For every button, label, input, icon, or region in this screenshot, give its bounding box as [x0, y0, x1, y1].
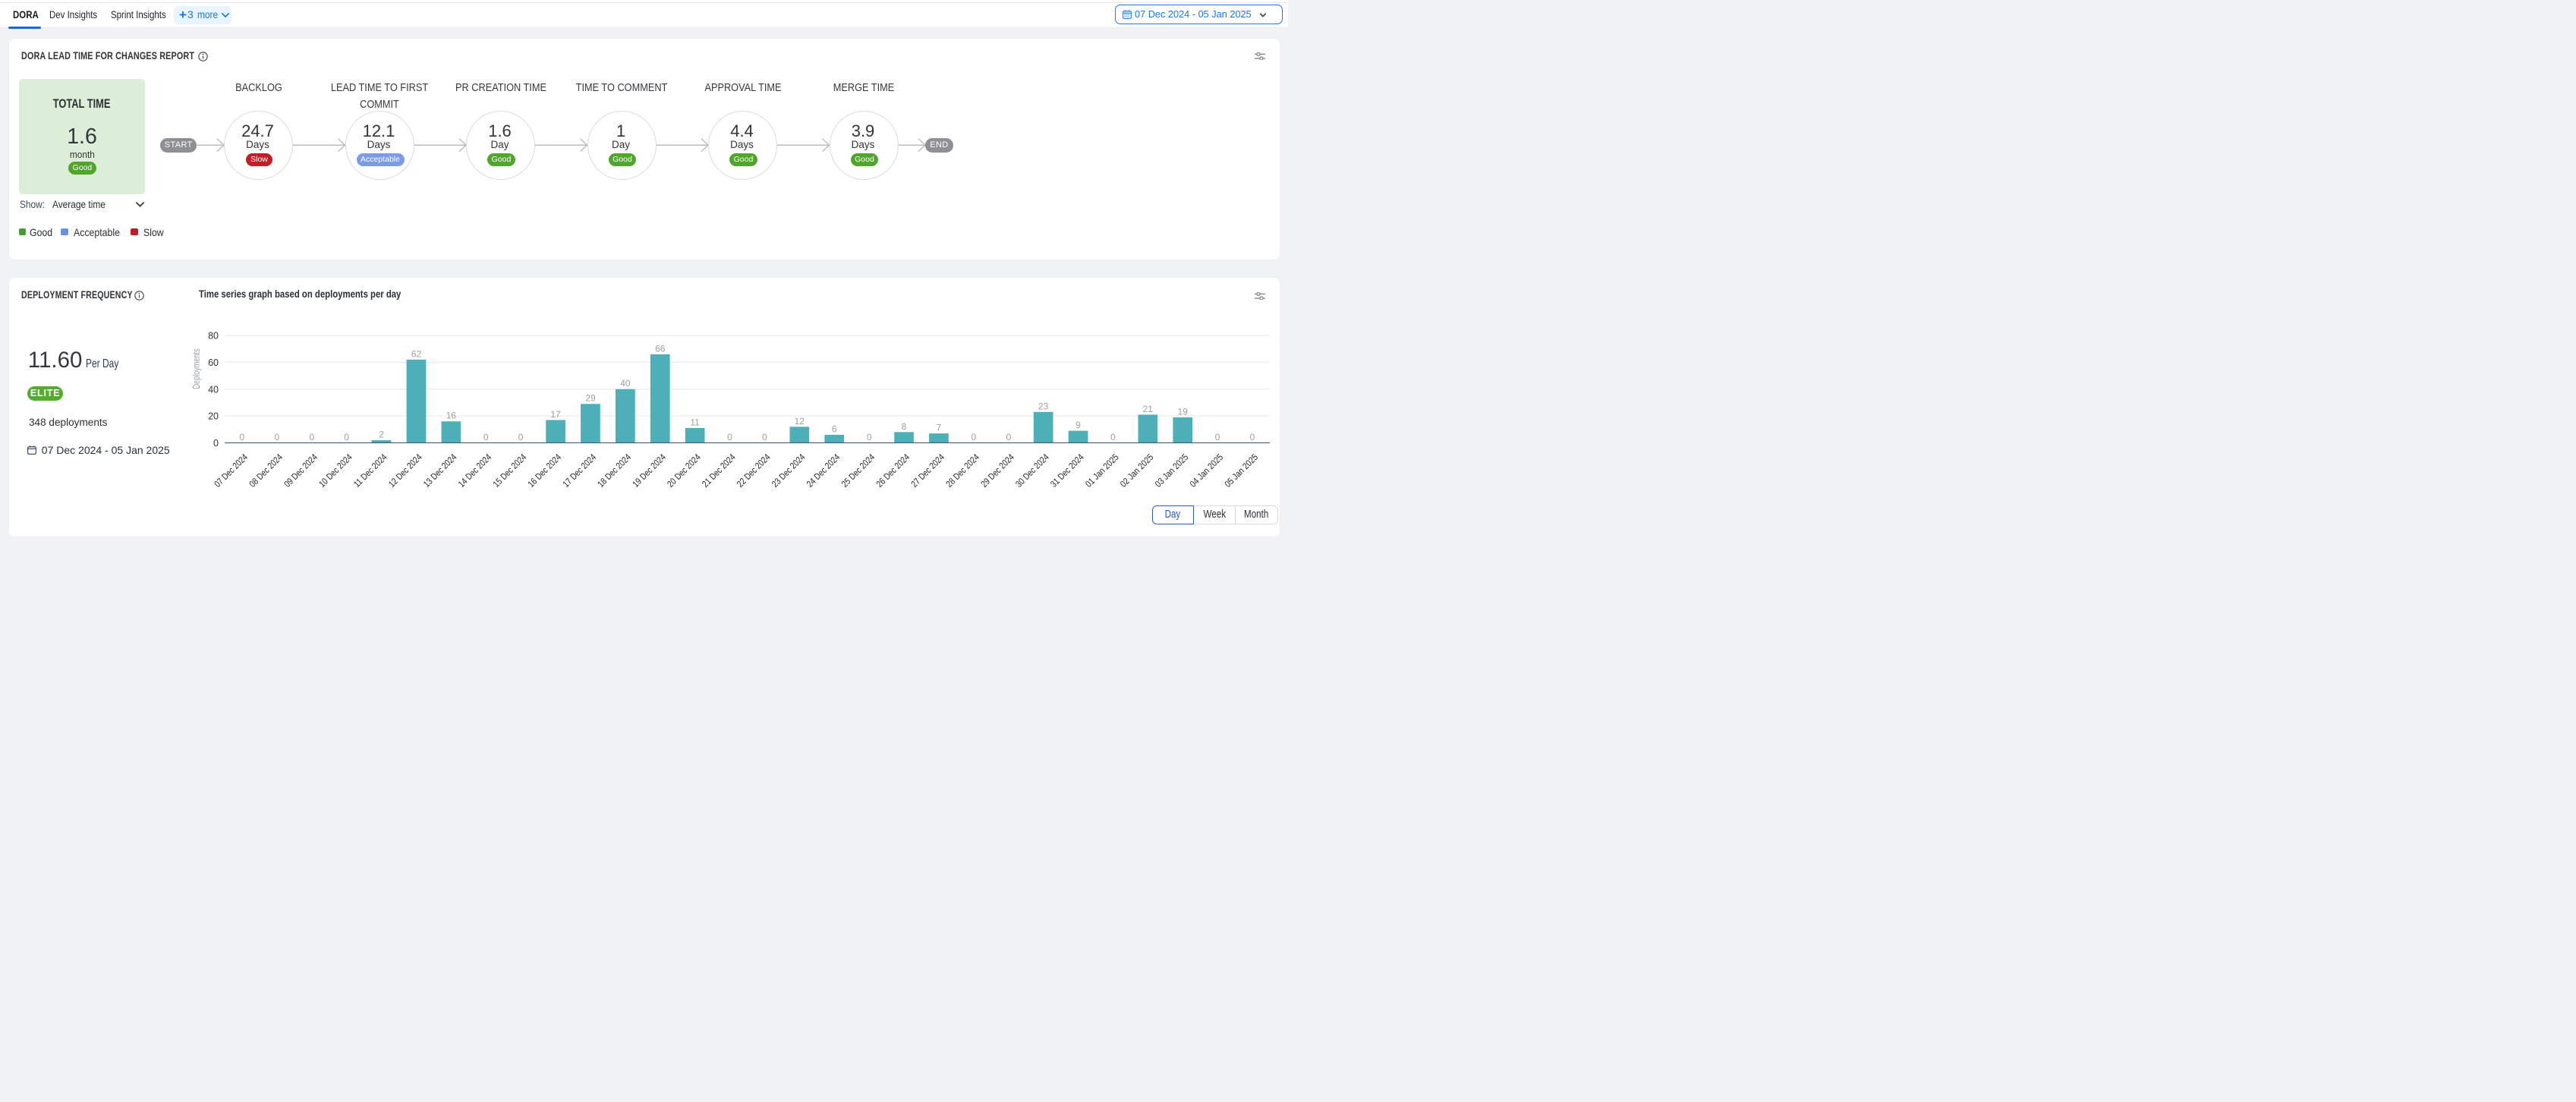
svg-text:04 Jan 2025: 04 Jan 2025: [1188, 452, 1226, 490]
svg-text:21 Dec 2024: 21 Dec 2024: [700, 452, 738, 490]
svg-text:26 Dec 2024: 26 Dec 2024: [874, 452, 912, 490]
svg-text:21: 21: [1143, 404, 1154, 414]
svg-text:03 Jan 2025: 03 Jan 2025: [1153, 452, 1191, 490]
svg-text:2: 2: [379, 430, 384, 440]
svg-text:25 Dec 2024: 25 Dec 2024: [839, 452, 877, 490]
svg-text:7: 7: [937, 423, 942, 433]
svg-text:01 Jan 2025: 01 Jan 2025: [1083, 452, 1121, 490]
svg-text:08 Dec 2024: 08 Dec 2024: [247, 452, 285, 490]
svg-text:11 Dec 2024: 11 Dec 2024: [351, 452, 389, 490]
svg-text:12: 12: [795, 416, 805, 427]
svg-text:0: 0: [240, 432, 245, 442]
svg-text:0: 0: [1110, 432, 1116, 442]
svg-text:29 Dec 2024: 29 Dec 2024: [978, 452, 1016, 490]
svg-text:0: 0: [213, 438, 219, 449]
svg-text:18 Dec 2024: 18 Dec 2024: [596, 452, 634, 490]
svg-text:15 Dec 2024: 15 Dec 2024: [491, 452, 529, 490]
svg-text:29: 29: [585, 393, 596, 404]
svg-text:13 Dec 2024: 13 Dec 2024: [421, 452, 459, 490]
svg-text:20: 20: [208, 411, 219, 422]
svg-text:19: 19: [1178, 406, 1189, 417]
svg-text:02 Jan 2025: 02 Jan 2025: [1118, 452, 1156, 490]
svg-text:23: 23: [1038, 401, 1049, 411]
svg-text:27 Dec 2024: 27 Dec 2024: [909, 452, 947, 490]
svg-text:0: 0: [1215, 432, 1220, 442]
svg-text:16: 16: [446, 411, 457, 421]
svg-text:0: 0: [1006, 432, 1011, 442]
svg-text:66: 66: [655, 343, 666, 354]
svg-text:80: 80: [208, 331, 219, 342]
svg-text:9: 9: [1075, 420, 1081, 430]
svg-text:17 Dec 2024: 17 Dec 2024: [561, 452, 599, 490]
svg-text:0: 0: [1250, 432, 1255, 442]
svg-text:6: 6: [832, 423, 837, 434]
svg-text:8: 8: [902, 421, 907, 432]
svg-text:0: 0: [483, 432, 489, 442]
svg-text:0: 0: [867, 432, 872, 442]
svg-text:0: 0: [727, 432, 732, 442]
svg-text:Deployments: Deployments: [191, 349, 202, 389]
svg-text:60: 60: [208, 357, 219, 368]
svg-text:0: 0: [762, 432, 767, 442]
svg-text:07 Dec 2024: 07 Dec 2024: [213, 452, 250, 490]
svg-text:0: 0: [309, 432, 314, 442]
svg-text:05 Jan 2025: 05 Jan 2025: [1223, 452, 1261, 490]
svg-text:10 Dec 2024: 10 Dec 2024: [316, 452, 354, 490]
svg-text:30 Dec 2024: 30 Dec 2024: [1013, 452, 1051, 490]
svg-text:14 Dec 2024: 14 Dec 2024: [456, 452, 494, 490]
svg-text:31 Dec 2024: 31 Dec 2024: [1048, 452, 1086, 490]
svg-text:19 Dec 2024: 19 Dec 2024: [630, 452, 668, 490]
svg-text:28 Dec 2024: 28 Dec 2024: [943, 452, 981, 490]
svg-text:0: 0: [971, 432, 976, 442]
svg-text:62: 62: [411, 348, 422, 359]
svg-text:0: 0: [275, 432, 280, 442]
svg-text:17: 17: [550, 409, 561, 420]
svg-text:0: 0: [344, 432, 349, 442]
svg-text:40: 40: [620, 378, 631, 389]
svg-text:11: 11: [690, 417, 700, 428]
svg-text:24 Dec 2024: 24 Dec 2024: [805, 452, 842, 490]
svg-text:22 Dec 2024: 22 Dec 2024: [735, 452, 773, 490]
svg-text:40: 40: [208, 384, 219, 395]
svg-text:09 Dec 2024: 09 Dec 2024: [282, 452, 320, 490]
svg-text:23 Dec 2024: 23 Dec 2024: [770, 452, 808, 490]
svg-text:12 Dec 2024: 12 Dec 2024: [386, 452, 424, 490]
svg-text:0: 0: [518, 432, 524, 442]
svg-text:20 Dec 2024: 20 Dec 2024: [665, 452, 703, 490]
svg-text:16 Dec 2024: 16 Dec 2024: [526, 452, 564, 490]
